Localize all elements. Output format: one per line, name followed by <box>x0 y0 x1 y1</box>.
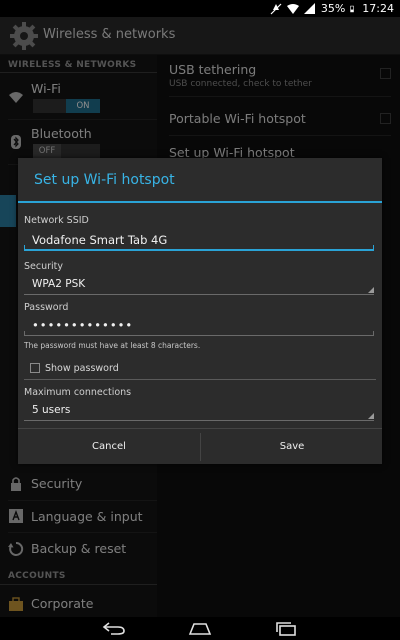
back-icon[interactable] <box>101 621 127 636</box>
battery-icon <box>350 5 355 12</box>
status-bar: 35% 17:24 <box>0 0 400 17</box>
password-value: ••••••••••••• <box>32 318 134 332</box>
dialog-title: Set up Wi-Fi hotspot <box>34 172 175 188</box>
clock: 17:24 <box>362 2 394 15</box>
security-underline <box>24 294 374 295</box>
ssid-label: Network SSID <box>24 215 89 226</box>
no-notifications-icon <box>270 3 282 14</box>
save-button[interactable]: Save <box>201 429 383 465</box>
recent-apps-icon[interactable] <box>273 621 299 636</box>
status-icons: 35% 17:24 <box>270 1 394 16</box>
password-label: Password <box>24 302 69 313</box>
ssid-underline <box>24 245 374 251</box>
password-hint: The password must have at least 8 charac… <box>24 341 201 350</box>
show-password-label: Show password <box>45 363 119 374</box>
spinner-corner-icon <box>368 413 374 419</box>
dialog-button-bar: Cancel Save <box>18 428 382 464</box>
cell-signal-icon <box>303 2 315 14</box>
security-value: WPA2 PSK <box>32 278 86 290</box>
password-underline <box>24 331 374 336</box>
home-icon[interactable] <box>187 621 213 636</box>
max-connections-label: Maximum connections <box>24 387 132 398</box>
max-connections-underline <box>24 420 374 421</box>
navigation-bar <box>0 617 400 640</box>
battery-percent: 35% <box>320 2 346 15</box>
dialog-title-divider <box>18 201 382 203</box>
spinner-corner-icon <box>368 287 374 293</box>
max-connections-value: 5 users <box>32 404 71 416</box>
wifi-signal-icon <box>286 3 299 14</box>
cancel-button[interactable]: Cancel <box>18 429 200 465</box>
ssid-value: Vodafone Smart Tab 4G <box>32 233 168 247</box>
section-divider <box>24 379 376 380</box>
wifi-hotspot-dialog: Set up Wi-Fi hotspot Network SSID Vodafo… <box>18 158 382 464</box>
security-label: Security <box>24 261 64 272</box>
show-password-checkbox[interactable] <box>30 363 40 373</box>
